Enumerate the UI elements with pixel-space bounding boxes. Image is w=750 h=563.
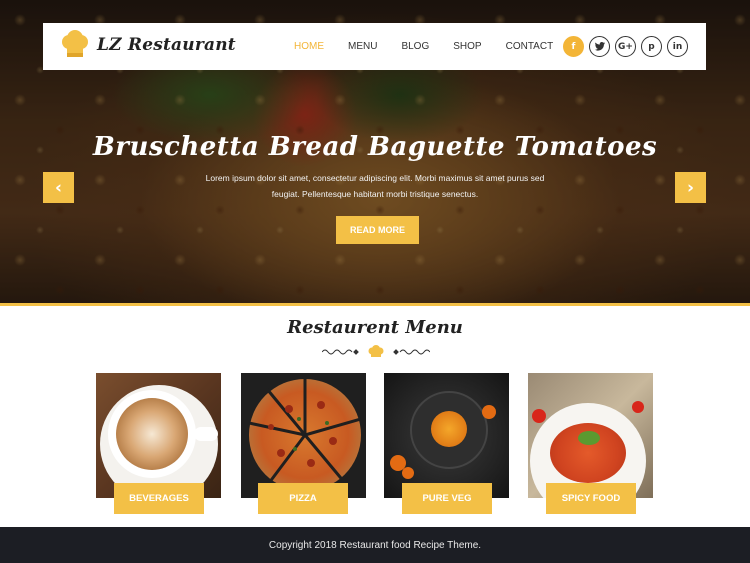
logo-text: LZ Restaurant: [97, 35, 236, 55]
footer-copyright: Copyright 2018 Restaurant food Recipe Th…: [268, 539, 482, 551]
chef-hat-icon: [368, 345, 384, 357]
nav-item-contact[interactable]: CONTACT: [506, 41, 554, 52]
menu-card-label-pizza[interactable]: PIZZA: [258, 483, 348, 514]
hero-description: Lorem ipsum dolor sit amet, consectetur …: [205, 173, 545, 199]
nav-item-menu[interactable]: MENU: [348, 41, 377, 52]
menu-card-beverages[interactable]: [96, 373, 221, 498]
pure-veg-image: [384, 373, 509, 498]
read-more-button[interactable]: READ MORE: [336, 216, 419, 244]
latte-art-shape: [116, 398, 188, 470]
pinterest-icon[interactable]: p: [641, 36, 662, 57]
site-logo[interactable]: LZ Restaurant: [59, 29, 236, 61]
tomato-shape: [532, 409, 546, 423]
menu-section-title: Restaurent Menu: [287, 317, 463, 338]
facebook-icon[interactable]: f: [563, 36, 584, 57]
twitter-icon[interactable]: [589, 36, 610, 57]
pizza-slice-cuts: [249, 379, 361, 484]
tomato-shape: [632, 401, 644, 413]
nav-item-shop[interactable]: SHOP: [453, 41, 481, 52]
linkedin-icon[interactable]: in: [667, 36, 688, 57]
cup-handle-shape: [194, 427, 218, 441]
site-footer: Copyright 2018 Restaurant food Recipe Th…: [0, 527, 750, 563]
main-nav: HOME MENU BLOG SHOP CONTACT: [294, 23, 577, 70]
hero-title: Bruschetta Bread Baguette Tomatoes: [92, 132, 658, 162]
nav-item-blog[interactable]: BLOG: [401, 41, 429, 52]
slider-prev-button[interactable]: ‹: [43, 172, 74, 203]
social-links: f G+ p in: [558, 36, 688, 57]
nav-item-home[interactable]: HOME: [294, 41, 324, 52]
food-shape: [431, 411, 467, 447]
herb-shape: [578, 431, 600, 445]
title-divider-ornament: [322, 345, 430, 357]
google-plus-icon[interactable]: G+: [615, 36, 636, 57]
menu-card-pure-veg[interactable]: [384, 373, 509, 498]
menu-card-spicy-food[interactable]: [528, 373, 653, 498]
spicy-food-image: [528, 373, 653, 498]
menu-card-label-pure-veg[interactable]: PURE VEG: [402, 483, 492, 514]
menu-card-label-spicy-food[interactable]: SPICY FOOD: [546, 483, 636, 514]
site-header: LZ Restaurant HOME MENU BLOG SHOP CONTAC…: [43, 23, 706, 70]
orange-shape: [482, 405, 496, 419]
slider-next-button[interactable]: ›: [675, 172, 706, 203]
hero-divider-line: [0, 303, 750, 306]
chef-hat-icon: [62, 30, 88, 57]
beverages-image: [96, 373, 221, 498]
menu-card-label-beverages[interactable]: BEVERAGES: [114, 483, 204, 514]
menu-card-pizza[interactable]: [241, 373, 366, 498]
orange-shape: [402, 467, 414, 479]
pizza-image: [241, 373, 366, 498]
